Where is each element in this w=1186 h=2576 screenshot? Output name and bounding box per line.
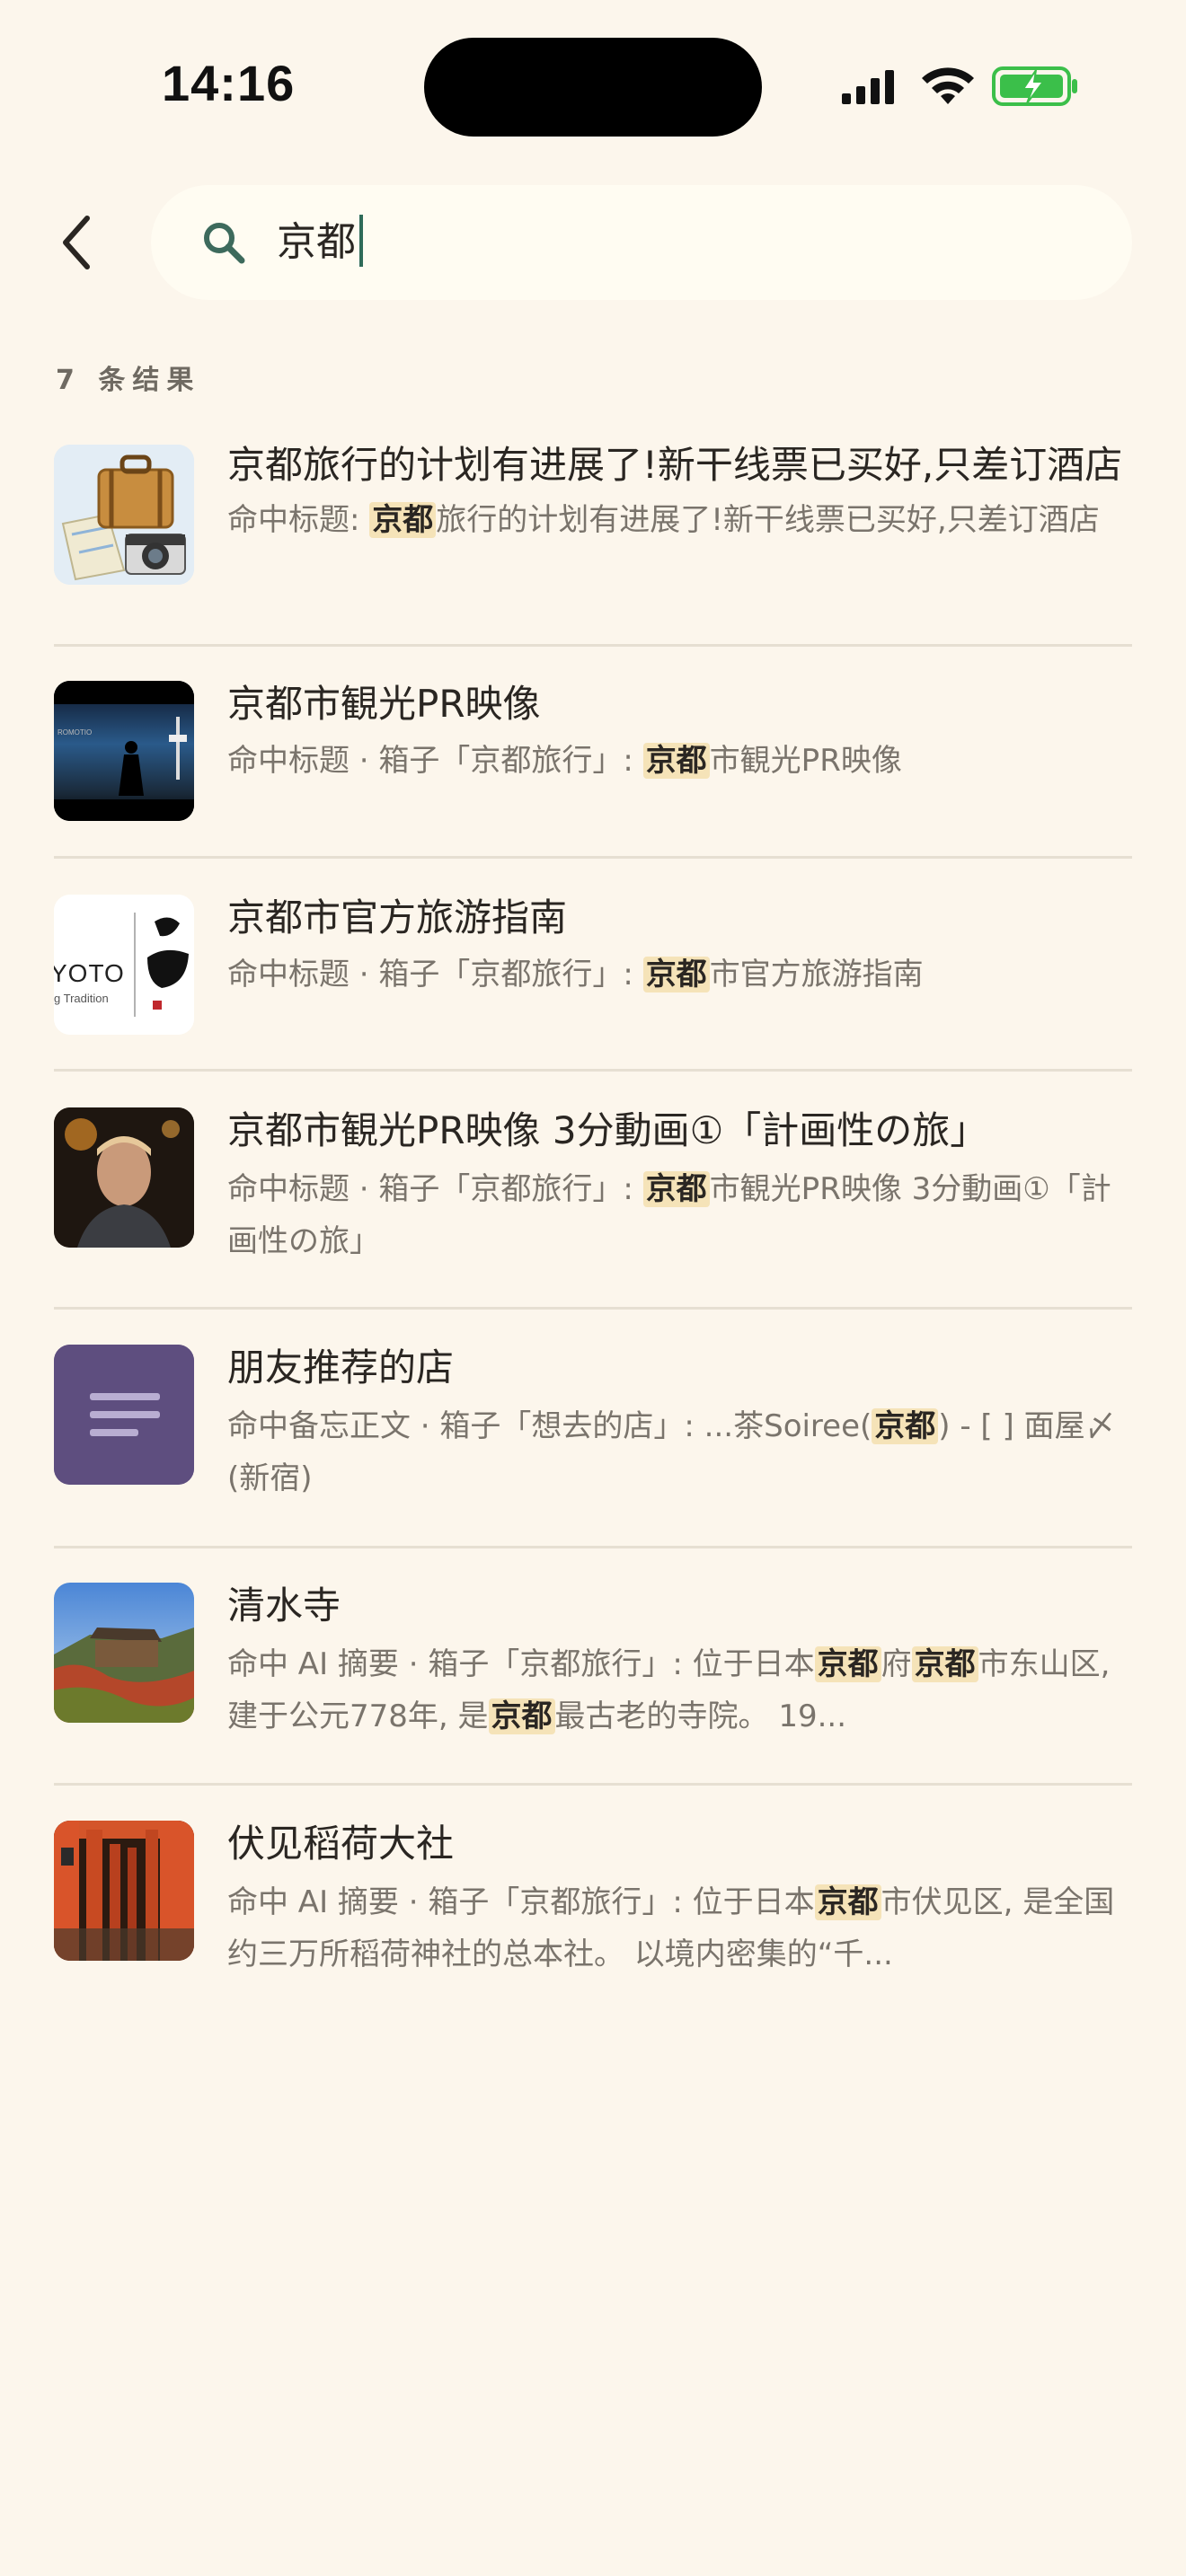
status-bar: 14:16 — [0, 0, 1186, 171]
thumbnail-portrait — [54, 1107, 194, 1248]
divider — [54, 1069, 1132, 1072]
result-snippet: 命中备忘正文 · 箱子「想去的店」: ...茶Soiree(京都) - [ ] … — [227, 1408, 1116, 1496]
result-snippet: 命中 AI 摘要 · 箱子「京都旅行」: 位于日本京都府京都市东山区, 建于公元… — [227, 1646, 1111, 1734]
result-count: 7 条结果 — [56, 365, 201, 396]
thumb-subtext: g Tradition — [54, 992, 109, 1005]
match-highlight: 京都 — [642, 743, 710, 779]
match-highlight: 京都 — [642, 1171, 710, 1207]
result-title: 伏见稻荷大社 — [227, 1822, 455, 1866]
match-highlight: 京都 — [488, 1698, 555, 1734]
thumbnail-kyoto-logo: YOTO g Tradition — [54, 895, 194, 1035]
status-time: 14:16 — [162, 55, 296, 111]
battery-charging-icon — [992, 66, 1077, 106]
result-snippet: 命中标题 · 箱子「京都旅行」: 京都市観光PR映像 — [227, 743, 902, 779]
thumbnail-kyoto-tower: ROMOTIO — [54, 681, 194, 821]
result-snippet: 命中 AI 摘要 · 箱子「京都旅行」: 位于日本京都市伏见区, 是全国约三万所… — [227, 1884, 1115, 1972]
result-snippet: 命中标题: 京都旅行的计划有进展了!新干线票已买好,只差订酒店 — [227, 502, 1100, 538]
search-input[interactable]: 京都 — [151, 185, 1132, 300]
result-title: 朋友推荐的店 — [227, 1345, 455, 1389]
result-item[interactable]: YOTO g Tradition 京都市官方旅游指南 命中标题 · 箱子「京都旅… — [0, 895, 1186, 1065]
divider — [54, 1307, 1132, 1310]
thumbnail-torii-gates — [54, 1821, 194, 1961]
wifi-icon — [922, 67, 974, 104]
thumbnail-kiyomizu-temple — [54, 1583, 194, 1723]
chevron-left-icon — [63, 216, 90, 269]
divider — [54, 644, 1132, 647]
match-highlight: 京都 — [814, 1646, 881, 1682]
search-query-text: 京都 — [277, 219, 356, 265]
result-item[interactable]: 京都旅行的计划有进展了!新干线票已买好,只差订酒店 命中标题: 京都旅行的计划有… — [0, 440, 1186, 647]
result-item[interactable]: 伏见稻荷大社 命中 AI 摘要 · 箱子「京都旅行」: 位于日本京都市伏见区, … — [0, 1821, 1186, 2027]
thumb-text: YOTO — [54, 959, 125, 987]
back-button[interactable] — [45, 202, 108, 283]
status-icons — [840, 63, 1083, 108]
search-icon — [204, 223, 245, 264]
match-highlight: 京都 — [872, 1408, 939, 1444]
divider — [54, 856, 1132, 859]
match-highlight: 京都 — [814, 1884, 881, 1920]
result-title: 京都市官方旅游指南 — [227, 895, 568, 940]
divider — [54, 1783, 1132, 1786]
result-item[interactable]: 朋友推荐的店 命中备忘正文 · 箱子「想去的店」: ...茶Soiree(京都)… — [0, 1345, 1186, 1551]
result-title: 京都市観光PR映像 — [227, 682, 541, 726]
match-highlight: 京都 — [642, 957, 710, 992]
match-highlight: 京都 — [911, 1646, 978, 1682]
result-item[interactable]: ROMOTIO 京都市観光PR映像 命中标题 · 箱子「京都旅行」: 京都市観光… — [0, 681, 1186, 851]
result-snippet: 命中标题 · 箱子「京都旅行」: 京都市観光PR映像 3分動画①「計画性の旅」 — [227, 1171, 1111, 1259]
result-snippet: 命中标题 · 箱子「京都旅行」: 京都市官方旅游指南 — [227, 957, 924, 992]
dynamic-island — [424, 38, 762, 137]
match-highlight: 京都 — [369, 502, 437, 538]
cellular-signal-icon — [842, 70, 894, 104]
text-caret — [359, 215, 363, 267]
divider — [54, 1546, 1132, 1548]
svg-text:ROMOTIO: ROMOTIO — [58, 728, 92, 737]
note-lines-icon — [54, 1345, 194, 1485]
result-title: 清水寺 — [227, 1584, 341, 1628]
result-item[interactable]: 京都市観光PR映像 3分動画①「計画性の旅」 命中标题 · 箱子「京都旅行」: … — [0, 1107, 1186, 1314]
result-item[interactable]: 清水寺 命中 AI 摘要 · 箱子「京都旅行」: 位于日本京都府京都市东山区, … — [0, 1583, 1186, 1789]
result-title: 京都市観光PR映像 3分動画①「計画性の旅」 — [227, 1108, 988, 1152]
result-title: 京都旅行的计划有进展了!新干线票已买好,只差订酒店 — [227, 443, 1123, 487]
thumbnail-travel — [54, 445, 194, 585]
